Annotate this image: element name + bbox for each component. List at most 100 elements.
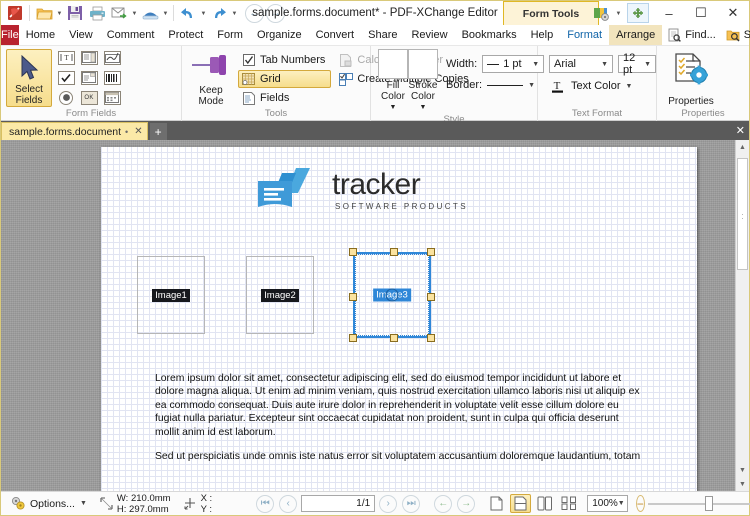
history-forward-button[interactable]: → [457, 494, 476, 513]
open-icon[interactable] [33, 2, 55, 24]
stroke-color-button[interactable]: Stroke Color ▼ [408, 49, 438, 114]
close-all-tabs-icon[interactable]: ✕ [736, 124, 745, 137]
check-box-button[interactable] [56, 69, 76, 86]
resize-handle-w[interactable] [349, 293, 357, 301]
form-field-image2[interactable]: Image2 [246, 256, 314, 334]
stroke-color-swatch[interactable] [408, 49, 438, 79]
zoom-level-select[interactable]: 100% ▼ [587, 495, 628, 512]
text-field-button[interactable]: T [56, 49, 76, 66]
app-logo-icon[interactable] [4, 2, 26, 24]
scrollbar-thumb[interactable] [737, 158, 748, 270]
menu-view[interactable]: View [62, 25, 100, 45]
close-button[interactable]: ✕ [717, 1, 749, 25]
menu-help[interactable]: Help [524, 25, 561, 45]
resize-handle-sw[interactable] [349, 334, 357, 342]
scroll-down-icon[interactable]: ▼ [736, 463, 749, 477]
minimize-button[interactable]: – [653, 1, 685, 25]
fullscreen-icon[interactable] [627, 3, 649, 23]
history-back-button[interactable]: ← [434, 494, 453, 513]
last-page-button[interactable]: ⏭ [402, 494, 421, 513]
menu-organize[interactable]: Organize [250, 25, 309, 45]
open-dropdown-icon[interactable] [55, 2, 64, 24]
date-field-button[interactable] [102, 89, 122, 106]
select-fields-button[interactable]: Select Fields [6, 49, 52, 107]
two-page-icon[interactable] [534, 494, 555, 513]
maximize-button[interactable]: ☐ [685, 1, 717, 25]
tab-numbers-toggle[interactable]: Tab Numbers [238, 51, 331, 69]
fill-color-button[interactable]: Fill Color ▼ [378, 49, 408, 114]
email-icon[interactable] [108, 2, 130, 24]
form-field-image3-selected[interactable]: Image3 [349, 248, 435, 342]
document-tab-close-icon[interactable]: ✕ [134, 126, 142, 137]
font-family-select[interactable]: Arial ▼ [549, 55, 613, 73]
barcode-field-button[interactable] [102, 69, 122, 86]
radio-button-button[interactable] [56, 89, 76, 106]
zoom-out-button[interactable]: − [635, 495, 645, 512]
menu-format[interactable]: Format [560, 25, 609, 45]
resize-handle-nw[interactable] [349, 248, 357, 256]
menu-form[interactable]: Form [210, 25, 250, 45]
new-tab-button[interactable]: + [149, 123, 167, 140]
resize-handle-se[interactable] [427, 334, 435, 342]
undo-icon[interactable] [177, 2, 199, 24]
pdf-page[interactable]: tracker SOFTWARE PRODUCTS Image1 Image2 … [101, 147, 697, 491]
menu-share[interactable]: Share [361, 25, 404, 45]
menu-bookmarks[interactable]: Bookmarks [455, 25, 524, 45]
resize-handle-e[interactable] [427, 293, 435, 301]
scrollbar-track[interactable] [736, 154, 749, 463]
back-icon[interactable]: ← [245, 3, 264, 23]
print-icon[interactable] [86, 2, 108, 24]
resize-handle-s[interactable] [390, 334, 398, 342]
border-width-select[interactable]: 1 pt ▼ [482, 55, 545, 73]
document-tab[interactable]: sample.forms.document • ✕ [1, 122, 148, 140]
scroll-up-icon[interactable]: ▲ [736, 140, 749, 154]
options-button[interactable]: Options... ▼ [7, 496, 89, 511]
border-style-dropdown-icon[interactable]: ▼ [528, 82, 535, 89]
font-size-select[interactable]: 12 pt ▼ [618, 52, 656, 76]
list-box-button[interactable] [79, 49, 99, 66]
menu-home[interactable]: Home [19, 25, 62, 45]
continuous-page-icon[interactable] [510, 494, 532, 513]
zoom-slider[interactable] [647, 495, 750, 512]
menu-protect[interactable]: Protect [161, 25, 210, 45]
theme-settings-icon[interactable] [588, 1, 614, 25]
save-icon[interactable] [64, 2, 86, 24]
text-color-dropdown-icon[interactable]: ▼ [626, 83, 633, 90]
scan-dropdown-icon[interactable] [161, 2, 170, 24]
page-number-input[interactable]: 1/1 [301, 495, 376, 512]
resize-handle-n[interactable] [390, 248, 398, 256]
undo-dropdown-icon[interactable] [199, 2, 208, 24]
scan-icon[interactable] [139, 2, 161, 24]
previous-page-button[interactable]: ‹ [279, 494, 298, 513]
form-field-image1[interactable]: Image1 [137, 256, 205, 334]
fill-color-swatch[interactable] [378, 49, 408, 79]
options-dropdown-icon[interactable]: ▼ [80, 500, 87, 507]
theme-dropdown-icon[interactable] [614, 2, 623, 24]
menu-convert[interactable]: Convert [309, 25, 362, 45]
first-page-button[interactable]: ⏮ [256, 494, 275, 513]
menu-review[interactable]: Review [404, 25, 454, 45]
search-button[interactable]: Search... [721, 28, 750, 42]
resize-handle-ne[interactable] [427, 248, 435, 256]
keep-mode-button[interactable]: Keep Mode [190, 49, 232, 107]
scroll-end-icon[interactable]: ▼ [736, 477, 749, 491]
redo-dropdown-icon[interactable] [230, 2, 239, 24]
signature-field-button[interactable] [102, 49, 122, 66]
find-button[interactable]: Find... [662, 28, 721, 42]
zoom-slider-knob[interactable] [704, 496, 713, 511]
grid-toggle[interactable]: Grid [238, 70, 332, 88]
menu-arrange[interactable]: Arrange [609, 25, 663, 45]
vertical-scrollbar[interactable]: ▲ ▼ ▼ [735, 140, 749, 491]
push-button-button[interactable]: OK [79, 89, 99, 106]
text-color-row[interactable]: T Text Color ▼ [549, 79, 656, 93]
properties-button[interactable]: Properties [662, 49, 720, 107]
forward-icon[interactable]: → [266, 3, 285, 23]
two-page-cover-icon[interactable] [558, 494, 579, 513]
fields-button[interactable]: Fields [238, 89, 331, 107]
single-page-icon[interactable] [486, 494, 507, 513]
menu-comment[interactable]: Comment [100, 25, 162, 45]
redo-icon[interactable] [208, 2, 230, 24]
combo-box-button[interactable] [79, 69, 99, 86]
next-page-button[interactable]: › [379, 494, 398, 513]
menu-file[interactable]: File [1, 25, 19, 45]
